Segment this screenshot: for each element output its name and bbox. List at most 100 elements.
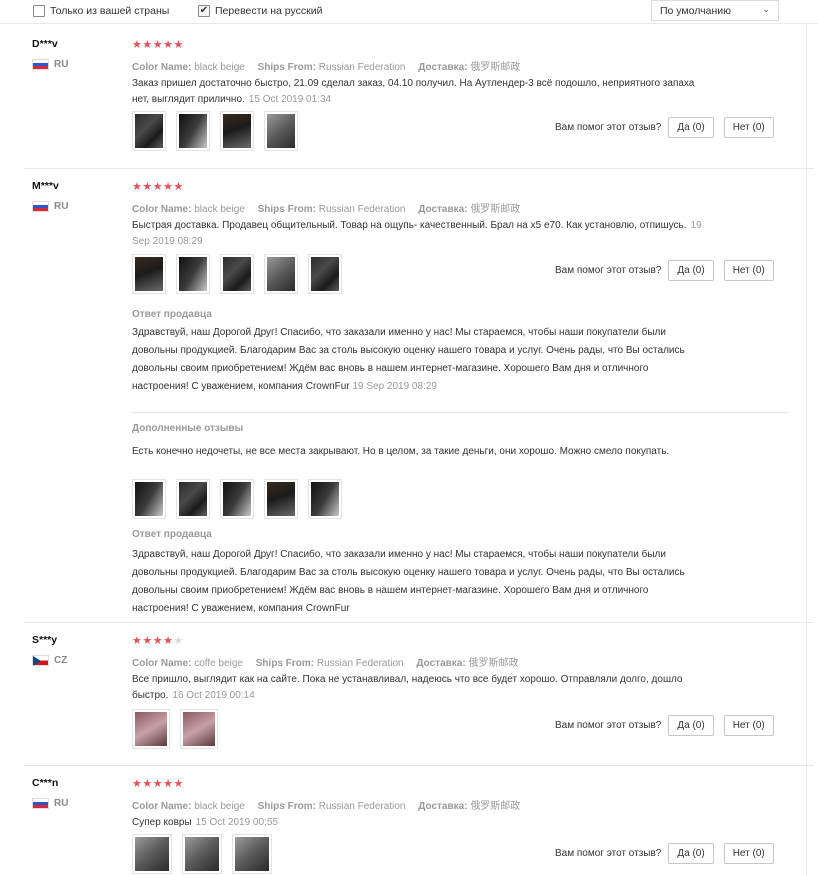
sort-select[interactable]: По умолчанию ⌄ xyxy=(651,0,779,21)
helpful-vote: Вам помог этот отзыв? Да (0) Нет (0) xyxy=(555,260,784,281)
review-divider xyxy=(24,168,814,169)
review-country: RU xyxy=(32,59,68,70)
review-country: CZ xyxy=(32,655,67,666)
ships-from-value: Russian Federation xyxy=(318,801,406,812)
review-meta: Color Name: black beige Ships From: Russ… xyxy=(132,62,521,73)
review-text: Быстрая доставка. Продавец общительный. … xyxy=(132,220,702,247)
review-photos xyxy=(132,254,352,294)
sort-value: По умолчанию xyxy=(660,5,732,17)
color-value: black beige xyxy=(194,204,245,215)
review-username: C***n xyxy=(32,777,59,789)
review-meta: Color Name: black beige Ships From: Russ… xyxy=(132,801,521,812)
review-country: RU xyxy=(32,201,68,212)
seller-reply-heading: Ответ продавца xyxy=(132,529,212,540)
review-photo[interactable] xyxy=(220,254,254,294)
review-photo[interactable] xyxy=(264,111,298,151)
only-country-label: Только из вашей страны xyxy=(50,5,170,17)
additional-review-text: Есть конечно недочеты, не все места закр… xyxy=(132,446,670,457)
helpful-question: Вам помог этот отзыв? xyxy=(555,122,662,133)
review-meta: Color Name: black beige Ships From: Russ… xyxy=(132,204,521,215)
review-divider xyxy=(24,622,814,623)
country-code: RU xyxy=(54,201,69,212)
color-value: black beige xyxy=(194,62,245,73)
review-divider xyxy=(24,765,814,766)
review-photo[interactable] xyxy=(132,834,172,874)
review-photo[interactable] xyxy=(308,254,342,294)
review-username: S***y xyxy=(32,634,58,646)
filter-bar: Только из вашей страны ✔ Перевести на ру… xyxy=(0,0,818,24)
review-photo[interactable] xyxy=(176,479,210,519)
country-code: RU xyxy=(54,798,69,809)
helpful-yes-button[interactable]: Да (0) xyxy=(668,715,714,736)
ships-from-value: Russian Federation xyxy=(316,658,404,669)
helpful-yes-button[interactable]: Да (0) xyxy=(668,117,714,138)
helpful-no-button[interactable]: Нет (0) xyxy=(723,260,774,281)
review-photo[interactable] xyxy=(220,479,254,519)
review-date: 15 Oct 2019 00:55 xyxy=(195,817,278,828)
review-photo[interactable] xyxy=(132,479,166,519)
review-country: RU xyxy=(32,798,68,809)
country-code: CZ xyxy=(54,655,68,666)
seller-reply-text: Здравствуй, наш Дорогой Друг! Спасибо, ч… xyxy=(132,549,685,614)
only-country-checkbox[interactable]: Только из вашей страны xyxy=(33,4,169,18)
star-rating: ★★★★★ xyxy=(132,778,184,790)
review-photo[interactable] xyxy=(264,479,298,519)
helpful-question: Вам помог этот отзыв? xyxy=(555,848,662,859)
delivery-value: 俄罗斯邮政 xyxy=(470,801,521,812)
flag-ru-icon xyxy=(32,201,49,212)
star-rating: ★★★★★ xyxy=(132,39,184,51)
helpful-no-button[interactable]: Нет (0) xyxy=(723,117,774,138)
review-photo[interactable] xyxy=(182,834,222,874)
seller-reply-heading: Ответ продавца xyxy=(132,309,212,320)
country-code: RU xyxy=(54,59,69,70)
review-photo[interactable] xyxy=(132,254,166,294)
ships-from-value: Russian Federation xyxy=(318,204,406,215)
translate-label: Перевести на русский xyxy=(215,5,323,17)
additional-review-heading: Дополненные отзывы xyxy=(132,423,244,434)
helpful-no-button[interactable]: Нет (0) xyxy=(723,715,774,736)
helpful-vote: Вам помог этот отзыв? Да (0) Нет (0) xyxy=(555,117,784,138)
helpful-yes-button[interactable]: Да (0) xyxy=(668,843,714,864)
review-photo[interactable] xyxy=(132,111,166,151)
delivery-value: 俄罗斯邮政 xyxy=(468,658,519,669)
review-photo[interactable] xyxy=(308,479,342,519)
review-meta: Color Name: coffe beige Ships From: Russ… xyxy=(132,658,519,669)
helpful-no-button[interactable]: Нет (0) xyxy=(723,843,774,864)
review-photo[interactable] xyxy=(220,111,254,151)
review-username: D***v xyxy=(32,38,58,50)
delivery-value: 俄罗斯邮政 xyxy=(470,204,521,215)
review-username: M***v xyxy=(32,180,59,192)
review-photo[interactable] xyxy=(180,709,218,749)
inner-divider xyxy=(132,412,788,413)
checkbox-unchecked-icon[interactable] xyxy=(33,5,45,17)
flag-ru-icon xyxy=(32,798,49,809)
column-divider xyxy=(806,24,807,876)
review-date: 16 Oct 2019 00:14 xyxy=(172,690,255,701)
review-text: Заказ пришел достаточно быстро, 21.09 сд… xyxy=(132,78,695,105)
helpful-question: Вам помог этот отзыв? xyxy=(555,720,662,731)
checkmark-icon[interactable]: ✔ xyxy=(198,5,210,17)
chevron-down-icon: ⌄ xyxy=(762,4,770,14)
review-text: Все пришло, выглядит как на сайте. Пока … xyxy=(132,674,683,701)
review-photos xyxy=(132,111,308,151)
review-photo[interactable] xyxy=(132,709,170,749)
color-value: black beige xyxy=(194,801,245,812)
review-photo[interactable] xyxy=(176,254,210,294)
helpful-question: Вам помог этот отзыв? xyxy=(555,265,662,276)
flag-ru-icon xyxy=(32,59,49,70)
color-value: coffe beige xyxy=(194,658,243,669)
star-rating: ★★★★★ xyxy=(132,181,184,193)
review-photos xyxy=(132,709,228,749)
review-photos xyxy=(132,834,282,874)
review-photo[interactable] xyxy=(264,254,298,294)
seller-reply-text: Здравствуй, наш Дорогой Друг! Спасибо, ч… xyxy=(132,327,685,392)
review-photo[interactable] xyxy=(176,111,210,151)
helpful-yes-button[interactable]: Да (0) xyxy=(668,260,714,281)
review-date: 15 Oct 2019 01:34 xyxy=(248,94,332,105)
flag-cz-icon xyxy=(32,655,49,666)
helpful-vote: Вам помог этот отзыв? Да (0) Нет (0) xyxy=(555,843,784,864)
delivery-value: 俄罗斯邮政 xyxy=(470,62,521,73)
translate-checkbox[interactable]: ✔ Перевести на русский xyxy=(198,4,322,18)
review-photo[interactable] xyxy=(232,834,272,874)
review-text: Супер ковры 15 Oct 2019 00:55 xyxy=(132,817,278,828)
